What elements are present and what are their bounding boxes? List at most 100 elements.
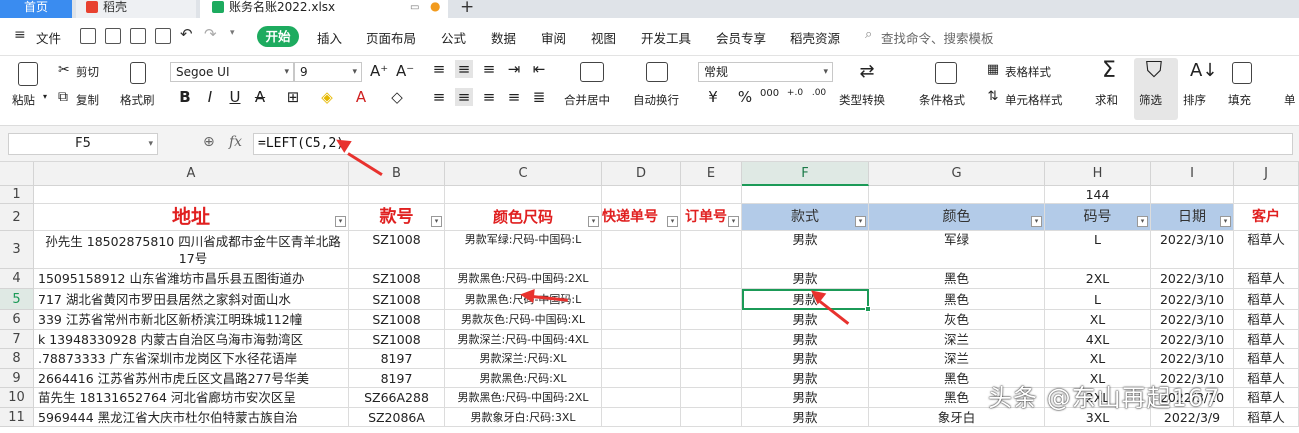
filter-dropdown-icon[interactable]: ▾ [667,216,678,227]
cell-j[interactable]: 稻草人 [1234,269,1299,289]
cell-f[interactable]: 男款 [742,330,869,349]
indent-icon[interactable]: ⇥ [505,60,523,78]
column-header-c[interactable]: C [445,162,602,186]
cell-f[interactable]: 男款 [742,269,869,289]
cell-a[interactable]: .78873333 广东省深圳市龙岗区下水径花语岸 [34,349,349,369]
filter-dropdown-icon[interactable]: ▾ [335,216,346,227]
bold-icon[interactable]: B [176,88,194,106]
cell-b[interactable]: 8197 [349,369,445,388]
cell-j[interactable]: 稻草人 [1234,330,1299,349]
percent-icon[interactable]: % [736,88,754,106]
column-header-i[interactable]: I [1151,162,1234,186]
cell-e[interactable] [681,349,742,369]
decrease-decimal-icon[interactable]: .00 [810,88,828,98]
filter-dropdown-icon[interactable]: ▾ [855,216,866,227]
quick-access-dropdown-icon[interactable]: ▾ [230,28,235,38]
cell-a[interactable]: 15095158912 山东省潍坊市昌乐县五图街道办 [34,269,349,289]
menu-formula[interactable]: 公式 [441,28,466,47]
cell-g[interactable]: 黑色 [869,289,1045,310]
font-color-icon[interactable]: A [352,88,370,106]
filter-dropdown-icon[interactable]: ▾ [588,216,599,227]
align-center-icon[interactable]: ≡ [455,88,473,106]
align-bottom-icon[interactable]: ≡ [480,60,498,78]
cell-h[interactable]: 4XL [1045,330,1151,349]
row-header[interactable]: 6 [0,310,34,330]
cell-d[interactable] [602,310,681,330]
filter-button[interactable]: 筛选 [1139,92,1162,108]
filter-dropdown-icon[interactable]: ▾ [1220,216,1231,227]
font-size-select[interactable]: 9 ▾ [294,62,362,82]
cell-c[interactable]: 男款深兰:尺码:XL [445,349,602,369]
cell-h[interactable]: XL [1045,310,1151,330]
wrap-text-icon[interactable] [646,62,668,82]
cell-b[interactable]: SZ1008 [349,289,445,310]
cell-h[interactable]: L [1045,289,1151,310]
row-header[interactable]: 11 [0,408,34,427]
row-header[interactable]: 1 [0,186,34,204]
cut-button[interactable]: 剪切 [76,64,99,80]
cell-a[interactable]: 苗先生 18131652764 河北省廊坊市安次区呈 [34,388,349,408]
column-header-f[interactable]: F [742,162,869,186]
cell-f[interactable]: 男款 [742,388,869,408]
cell[interactable] [349,186,445,204]
cell-b[interactable]: 8197 [349,349,445,369]
column-header-b[interactable]: B [349,162,445,186]
column-header-h[interactable]: H [1045,162,1151,186]
select-all-corner[interactable] [0,162,34,186]
sheet-button[interactable]: 单 [1284,92,1296,108]
strikethrough-icon[interactable]: A [251,88,269,106]
cell-j[interactable]: 稻草人 [1234,369,1299,388]
outdent-icon[interactable]: ⇤ [530,60,548,78]
header-cell-address[interactable]: 地址 ▾ [34,204,349,231]
tab-file[interactable]: 账务名账2022.xlsx ▭ ● [200,0,448,18]
paste-dropdown-icon[interactable]: ▾ [43,92,47,101]
fill-handle[interactable] [865,306,871,312]
filter-dropdown-icon[interactable]: ▾ [1031,216,1042,227]
cell-e[interactable] [681,408,742,427]
row-header[interactable]: 10 [0,388,34,408]
cell-d[interactable] [602,231,681,269]
menu-start[interactable]: 开始 [257,26,299,47]
selected-cell-outline[interactable] [742,289,869,310]
increase-decimal-icon[interactable]: +.0 [786,88,804,98]
fx-icon[interactable]: fx [229,134,242,150]
hamburger-icon[interactable]: ≡ [14,27,26,43]
cell-f[interactable]: 男款 [742,231,869,269]
menu-review[interactable]: 审阅 [541,28,566,47]
cell[interactable] [34,186,349,204]
header-cell-color-size[interactable]: 颜色尺码 ▾ [445,204,602,231]
conditional-format-button[interactable]: 条件格式 [919,92,965,108]
distribute-icon[interactable]: ≣ [530,88,548,106]
copy-button[interactable]: 复制 [76,92,99,108]
filter-dropdown-icon[interactable]: ▾ [1137,216,1148,227]
cell-i[interactable]: 2022/3/10 [1151,310,1234,330]
cell-d[interactable] [602,349,681,369]
cell-a[interactable]: 339 江苏省常州市新北区新桥滨江明珠城112幢 [34,310,349,330]
conditional-format-icon[interactable] [935,62,957,84]
header-cell-size[interactable]: 码号 ▾ [1045,204,1151,231]
print-preview-icon[interactable] [155,28,171,44]
border-icon[interactable]: ⊞ [284,88,302,106]
cell-d[interactable] [602,408,681,427]
sum-button[interactable]: 求和 [1095,92,1118,108]
menu-docer-resources[interactable]: 稻壳资源 [790,28,840,47]
cell-i[interactable]: 2022/3/10 [1151,289,1234,310]
cell-c[interactable]: 男款军绿:尺码-中国码:L [445,231,602,269]
menu-data[interactable]: 数据 [491,28,516,47]
cell-j[interactable]: 稻草人 [1234,310,1299,330]
cell-b[interactable]: SZ2086A [349,408,445,427]
cell-b[interactable]: SZ1008 [349,310,445,330]
cell-h[interactable]: XL [1045,349,1151,369]
paste-icon[interactable] [18,62,38,86]
fill-icon[interactable] [1232,62,1252,84]
screen-icon[interactable]: ▭ [410,0,419,15]
cell[interactable] [742,186,869,204]
cell-f[interactable]: 男款 [742,349,869,369]
cell-g[interactable]: 深兰 [869,349,1045,369]
type-convert-icon[interactable]: ⇄ [858,61,876,82]
cell-c[interactable]: 男款黑色:尺码-中国码:2XL [445,269,602,289]
header-cell-order[interactable]: 订单号 ▾ [681,204,742,231]
filter-icon[interactable]: ⛉ [1145,58,1163,83]
tab-home[interactable]: 首页 [0,0,72,18]
font-name-select[interactable]: Segoe UI ▾ [170,62,294,82]
